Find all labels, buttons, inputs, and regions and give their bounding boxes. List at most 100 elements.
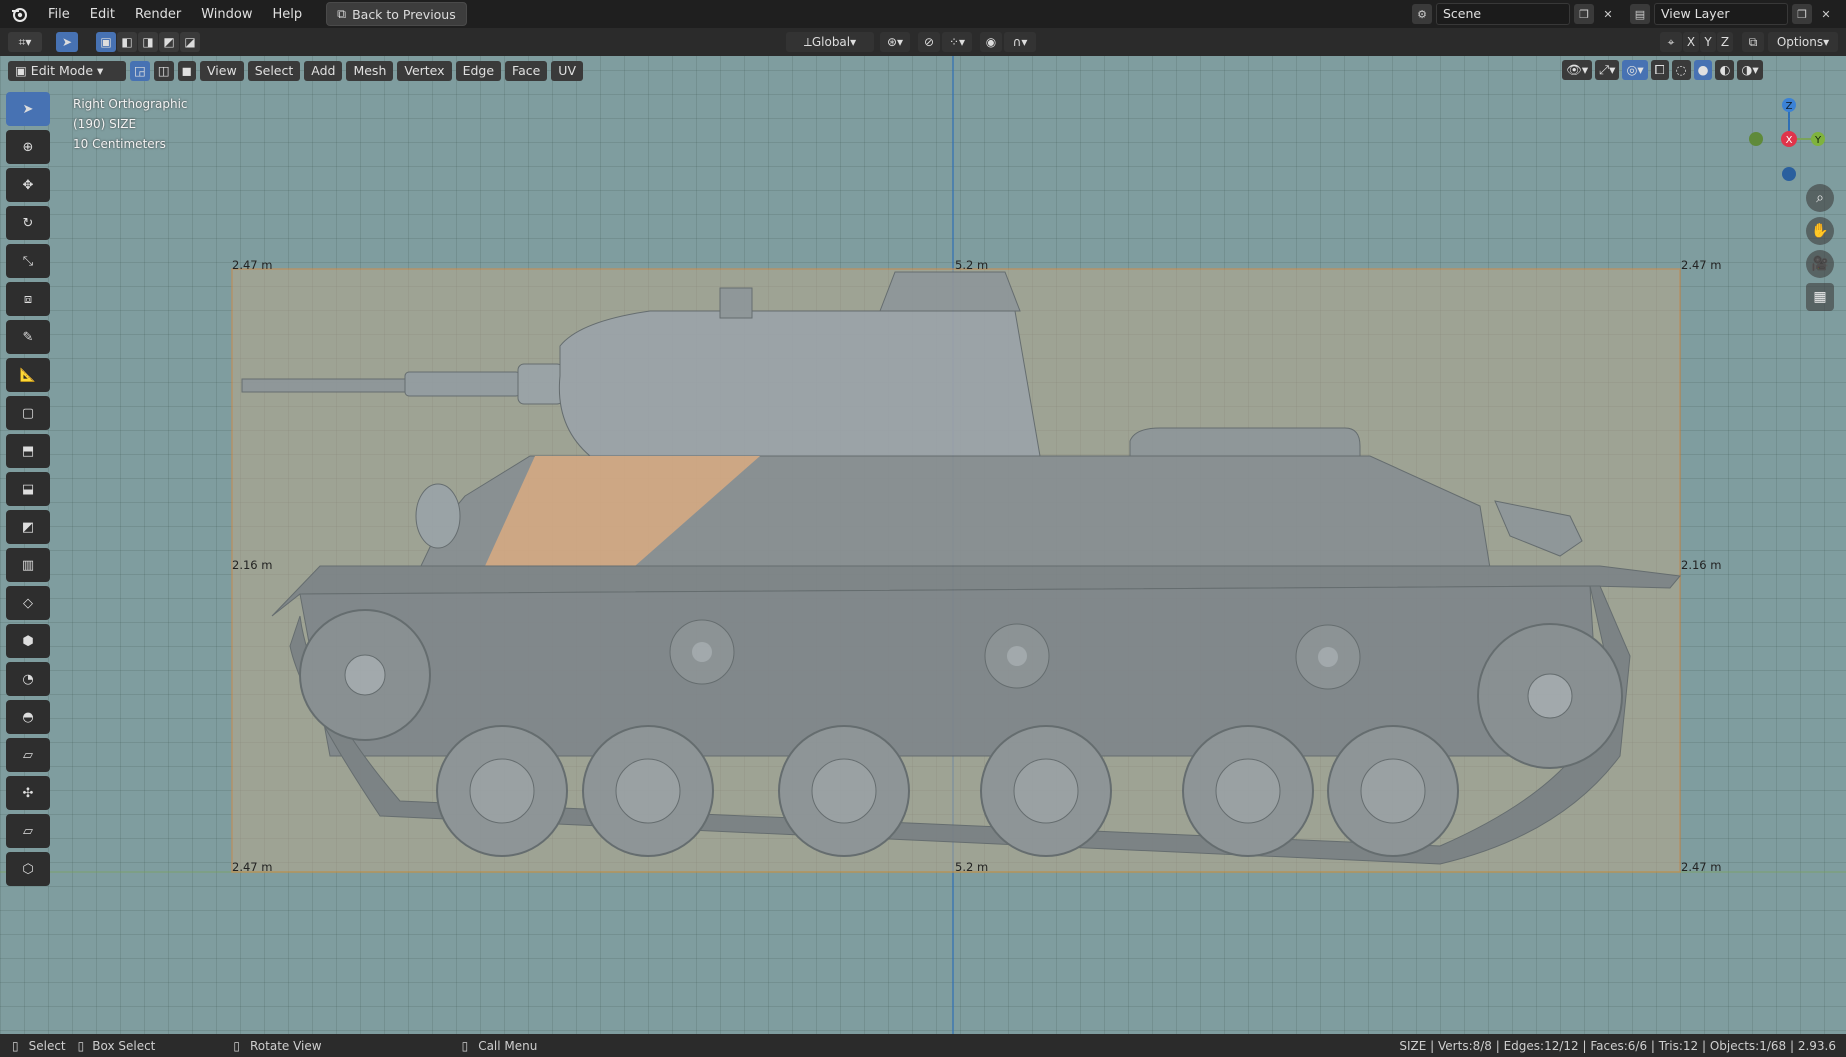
remove-scene-icon[interactable]: ✕ (1598, 4, 1618, 24)
header-menu-edge[interactable]: Edge (455, 61, 502, 81)
measure-tool-icon[interactable]: 📐 (6, 358, 50, 392)
scene-icon[interactable]: ⚙ (1412, 4, 1432, 24)
edit-mode-icon: ▣ (15, 63, 31, 78)
gizmo-toggle-icon[interactable]: ⤢▾ (1595, 60, 1620, 80)
menu-edit[interactable]: Edit (80, 7, 125, 22)
move-tool-icon[interactable]: ✥ (6, 168, 50, 202)
rendered-shading-icon[interactable]: ◑▾ (1737, 60, 1763, 80)
top-menu-bar: File Edit Render Window Help ⧉ Back to P… (0, 0, 1846, 28)
add-cube-tool-icon[interactable]: ▢ (6, 396, 50, 430)
dimension-bottom-right: 2.47 m (1681, 860, 1722, 874)
extrude-tool-icon[interactable]: ⬒ (6, 434, 50, 468)
overlay-toggle-icon[interactable]: ◎▾ (1622, 60, 1648, 80)
blender-logo-icon[interactable] (8, 3, 30, 25)
shrink-fatten-tool-icon[interactable]: ✣ (6, 776, 50, 810)
new-scene-icon[interactable]: ❐ (1574, 4, 1594, 24)
dimension-top-left: 2.47 m (232, 258, 273, 272)
dimension-mid-right: 2.16 m (1681, 558, 1722, 572)
zoom-icon[interactable]: ⌕ (1806, 184, 1834, 212)
proportional-edit-icon[interactable]: ◉ (980, 32, 1002, 52)
view-layer-field[interactable]: View Layer (1654, 3, 1788, 25)
solid-shading-icon[interactable]: ● (1693, 60, 1713, 80)
smooth-tool-icon[interactable]: ◓ (6, 700, 50, 734)
snap-toggle-icon[interactable]: ⊘ (918, 32, 940, 52)
status-select: Select (28, 1038, 66, 1053)
loop-cut-tool-icon[interactable]: ▥ (6, 548, 50, 582)
chevron-down-icon: ▾ (850, 35, 857, 49)
header-menu-add[interactable]: Add (304, 61, 343, 81)
menu-window[interactable]: Window (191, 7, 262, 22)
rotate-tool-icon[interactable]: ↻ (6, 206, 50, 240)
new-view-layer-icon[interactable]: ❐ (1792, 4, 1812, 24)
mirror-z-toggle[interactable]: Z (1717, 32, 1733, 52)
shear-tool-icon[interactable]: ⏥ (6, 814, 50, 848)
bevel-tool-icon[interactable]: ◩ (6, 510, 50, 544)
inset-tool-icon[interactable]: ⬓ (6, 472, 50, 506)
3d-viewport[interactable]: ▣ Edit Mode ▾ ◲ ◫ ◼ View Select Add Mesh… (0, 56, 1846, 1034)
mode-dropdown[interactable]: ▣ Edit Mode ▾ (8, 61, 126, 81)
mode-extend-icon[interactable]: ◧ (117, 32, 137, 52)
transform-tool-icon[interactable]: ⧈ (6, 282, 50, 316)
x-axis-label: X (1786, 135, 1793, 146)
mirror-x-toggle[interactable]: X (1683, 32, 1699, 52)
viewport-canvas (0, 56, 1846, 1034)
vertex-select-icon[interactable]: ◲ (130, 61, 150, 81)
transform-orientation-dropdown[interactable]: ⟂ Global ▾ (786, 32, 874, 52)
menu-render[interactable]: Render (125, 7, 191, 22)
mode-intersect-icon[interactable]: ◪ (180, 32, 200, 52)
falloff-icon[interactable]: ∩▾ (1004, 32, 1036, 52)
mirror-icon[interactable]: ⌖ (1660, 32, 1682, 52)
header-menu-uv[interactable]: UV (551, 61, 583, 81)
xray-toggle-icon[interactable]: ⧠ (1650, 60, 1669, 80)
camera-view-icon[interactable]: 🎥 (1806, 250, 1834, 278)
menu-help[interactable]: Help (263, 7, 313, 22)
material-shading-icon[interactable]: ◐ (1715, 60, 1735, 80)
mouse-right-icon: ▯ (461, 1038, 469, 1053)
header-menu-mesh[interactable]: Mesh (346, 61, 394, 81)
mode-subtract-icon[interactable]: ◨ (138, 32, 158, 52)
mode-new-icon[interactable]: ▣ (96, 32, 116, 52)
dimension-bottom-center: 5.2 m (955, 860, 989, 874)
visibility-icon[interactable]: 👁▾ (1562, 60, 1593, 80)
header-menu-vertex[interactable]: Vertex (397, 61, 452, 81)
spin-tool-icon[interactable]: ◔ (6, 662, 50, 696)
neg-z-axis-handle (1782, 167, 1796, 181)
mirror-y-toggle[interactable]: Y (1700, 32, 1716, 52)
header-menu-face[interactable]: Face (505, 61, 548, 81)
status-bar: ▯ Select ▯ Box Select ▯ Rotate View ▯ Ca… (0, 1034, 1846, 1057)
options-dropdown[interactable]: Options ▾ (1768, 32, 1838, 52)
cursor-tool-icon[interactable]: ⊕ (6, 130, 50, 164)
perspective-toggle-icon[interactable]: ▦ (1806, 283, 1834, 311)
snap-target-icon[interactable]: ⁘▾ (942, 32, 972, 52)
view-layer-icon[interactable]: ▤ (1630, 4, 1650, 24)
navigation-gizmo[interactable]: Z Y X (1740, 96, 1830, 186)
mouse-left-icon: ▯ (12, 1038, 19, 1053)
dimension-top-right: 2.47 m (1681, 258, 1722, 272)
header-menu-select[interactable]: Select (247, 61, 301, 81)
select-box-tool-icon[interactable]: ➤ (6, 92, 50, 126)
edge-slide-tool-icon[interactable]: ▱ (6, 738, 50, 772)
auto-merge-icon[interactable]: ⧉ (1742, 32, 1764, 52)
editor-type-icon[interactable]: ⌗▾ (8, 32, 42, 52)
rip-tool-icon[interactable]: ⬡ (6, 852, 50, 886)
mode-invert-icon[interactable]: ◩ (159, 32, 179, 52)
pivot-point-icon[interactable]: ⊛▾ (880, 32, 910, 52)
scale-tool-icon[interactable]: ⤡ (6, 244, 50, 278)
face-select-icon[interactable]: ◼ (177, 61, 197, 81)
annotate-tool-icon[interactable]: ✎ (6, 320, 50, 354)
remove-view-layer-icon[interactable]: ✕ (1816, 4, 1836, 24)
status-call-menu: Call Menu (478, 1038, 538, 1053)
pan-hand-icon[interactable]: ✋ (1806, 217, 1834, 245)
menu-file[interactable]: File (38, 7, 80, 22)
poly-build-tool-icon[interactable]: ⬢ (6, 624, 50, 658)
select-tool-icon[interactable]: ➤ (56, 32, 78, 52)
mode-label: Edit Mode (30, 63, 94, 78)
knife-tool-icon[interactable]: ◇ (6, 586, 50, 620)
edge-select-icon[interactable]: ◫ (153, 61, 174, 81)
wireframe-shading-icon[interactable]: ◌ (1671, 60, 1691, 80)
header-menu-view[interactable]: View (200, 61, 244, 81)
chevron-down-icon: ▾ (1823, 35, 1830, 49)
scene-field[interactable]: Scene (1436, 3, 1570, 25)
back-to-previous-button[interactable]: ⧉ Back to Previous (326, 2, 467, 26)
status-box-select: Box Select (92, 1038, 156, 1053)
